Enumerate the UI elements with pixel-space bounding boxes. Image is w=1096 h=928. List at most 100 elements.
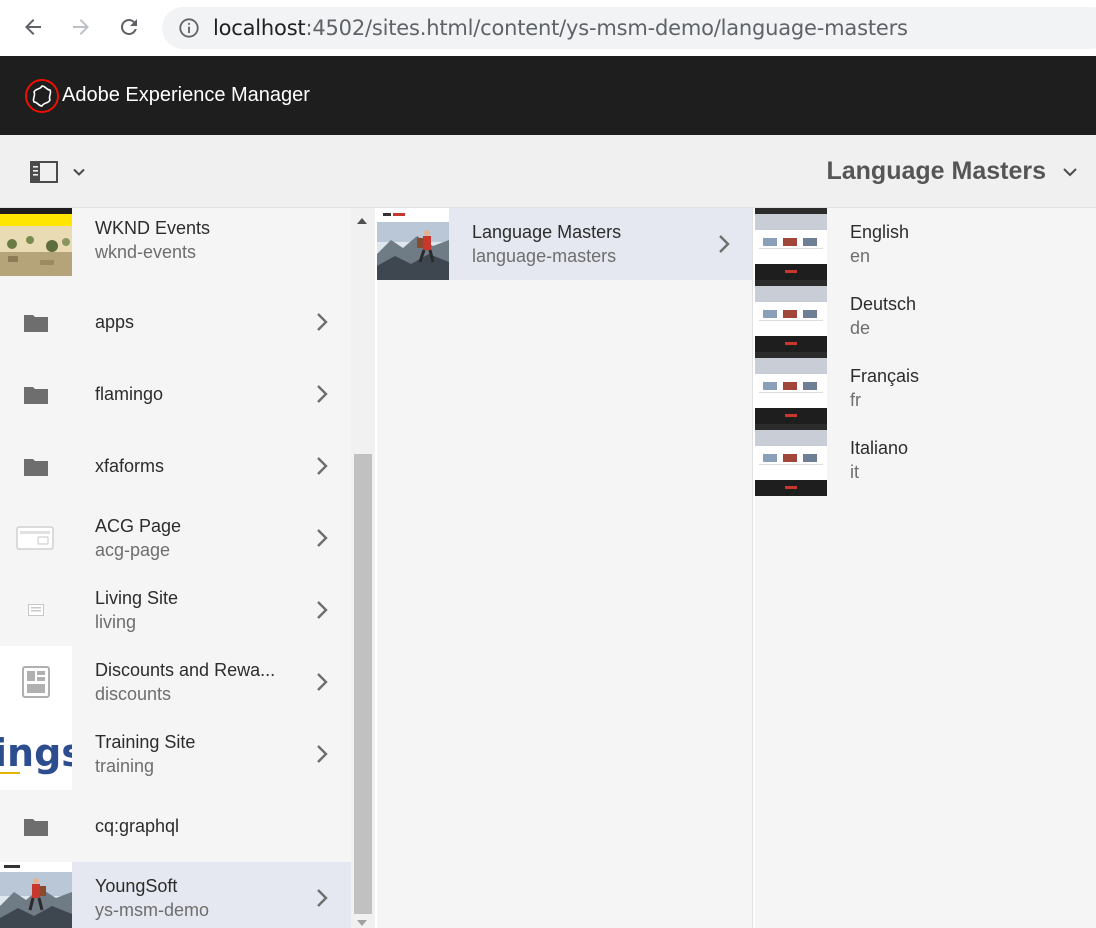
column-view-column-youngsoft: Language Masters language-masters [377,208,753,928]
item-title: flamingo [95,384,164,404]
item-thumbnail [0,286,72,358]
column-scrollbar[interactable] [351,208,375,928]
forward-button[interactable] [64,10,98,44]
chevron-right-icon[interactable] [315,312,329,332]
url-path: :4502/sites.html/content/ys-msm-demo/lan… [305,16,908,40]
item-thumbnail [0,502,72,574]
back-button[interactable] [16,10,50,44]
column-item-xfaforms[interactable]: xfaforms [0,430,351,502]
chevron-right-icon[interactable] [315,528,329,548]
folder-icon [24,387,48,404]
item-title: Italiano [850,438,909,458]
column-item-cq-graphql[interactable]: cq:graphql [0,790,351,862]
hiker-thumbnail-image [377,208,449,280]
adobe-experience-manager-logo[interactable] [24,78,60,114]
action-bar: Language Masters [0,135,1096,208]
scroll-up-arrow-icon[interactable] [357,218,367,224]
aem-global-header: Adobe Experience Manager [0,56,1096,135]
item-name: fr [850,390,861,410]
item-title: Training Site [95,732,196,752]
info-icon[interactable] [178,17,200,39]
item-title: Discounts and Rewa... [95,660,276,680]
item-thumbnail [0,430,72,502]
rail-toggle-icon [30,161,58,183]
item-thumbnail [0,790,72,862]
column-view-column-language-masters: English en Deutsch de Français fr Italia… [755,208,1096,928]
item-thumbnail: ings [0,718,72,790]
item-thumbnail [755,280,827,352]
column-item-discounts[interactable]: Discounts and Rewa... discounts [0,646,351,718]
item-name: discounts [95,684,172,704]
item-title: YoungSoft [95,876,178,896]
item-title: xfaforms [95,456,165,476]
item-thumbnail [755,208,827,280]
reload-button[interactable] [112,10,146,44]
column-item-francais[interactable]: Français fr [755,352,1096,424]
column-view-column-root: WKND Events wknd-events apps flamingo xf… [0,208,351,928]
product-name[interactable]: Adobe Experience Manager [62,84,310,107]
address-bar[interactable]: localhost:4502/sites.html/content/ys-msm… [162,7,1096,49]
language-page-thumbnail [755,352,827,424]
browser-toolbar: localhost:4502/sites.html/content/ys-msm… [0,0,1096,56]
chevron-right-icon[interactable] [315,888,329,908]
scroll-down-arrow-icon[interactable] [357,920,367,926]
column-item-language-masters[interactable]: Language Masters language-masters [377,208,752,280]
page-icon [28,604,44,616]
folder-icon [24,459,48,476]
column-item-deutsch[interactable]: Deutsch de [755,280,1096,352]
chevron-right-icon[interactable] [315,600,329,620]
view-title[interactable]: Language Masters [826,157,1046,186]
rail-toggle-button[interactable] [22,155,96,189]
chevron-down-icon[interactable] [1062,164,1078,180]
language-page-thumbnail [755,424,827,496]
item-title: cq:graphql [95,816,180,836]
column-item-acg-page[interactable]: ACG Page acg-page [0,502,351,574]
language-page-thumbnail [755,280,827,352]
chevron-right-icon[interactable] [315,456,329,476]
column-item-apps[interactable]: apps [0,286,351,358]
hiker-thumbnail-image [0,862,72,928]
item-name: living [95,612,137,632]
item-name: de [850,318,871,338]
column-item-flamingo[interactable]: flamingo [0,358,351,430]
wknd-thumbnail-image [0,208,72,276]
item-thumbnail [755,352,827,424]
arrow-right-icon [73,19,89,35]
column-item-italiano[interactable]: Italiano it [755,424,1096,496]
page-layout-icon [22,666,50,698]
item-name: language-masters [472,246,617,266]
item-title: English [850,222,910,242]
column-item-training-site[interactable]: ings Training Site training [0,718,351,790]
item-thumbnail [0,208,72,276]
training-thumbnail-text: ings [0,731,72,775]
item-name: acg-page [95,540,171,560]
column-item-living-site[interactable]: Living Site living [0,574,351,646]
url-host: localhost [213,16,306,40]
column-item-english[interactable]: English en [755,208,1096,280]
chevron-right-icon[interactable] [315,384,329,404]
training-thumbnail-image: ings [0,718,72,790]
item-name: it [850,462,859,482]
page-template-icon [16,526,54,550]
item-name: wknd-events [95,242,197,262]
item-title: Language Masters [472,222,622,242]
column-item-wknd-events[interactable]: WKND Events wknd-events [0,208,351,276]
item-name: training [95,756,155,776]
chevron-right-icon[interactable] [315,672,329,692]
chevron-right-icon[interactable] [717,234,731,254]
item-title: Français [850,366,920,386]
language-page-thumbnail [755,208,827,280]
item-thumbnail [0,862,72,928]
reload-icon [120,18,137,35]
item-title: apps [95,312,135,332]
item-thumbnail [377,208,449,280]
item-thumbnail [0,646,72,718]
scrollbar-thumb[interactable] [354,454,372,914]
item-title: Living Site [95,588,179,608]
arrow-left-icon [25,19,41,35]
url-text[interactable]: localhost:4502/sites.html/content/ys-msm… [213,16,908,40]
column-item-youngsoft[interactable]: YoungSoft ys-msm-demo [0,862,351,928]
item-title: WKND Events [95,218,211,238]
chevron-down-icon [73,168,85,176]
chevron-right-icon[interactable] [315,744,329,764]
